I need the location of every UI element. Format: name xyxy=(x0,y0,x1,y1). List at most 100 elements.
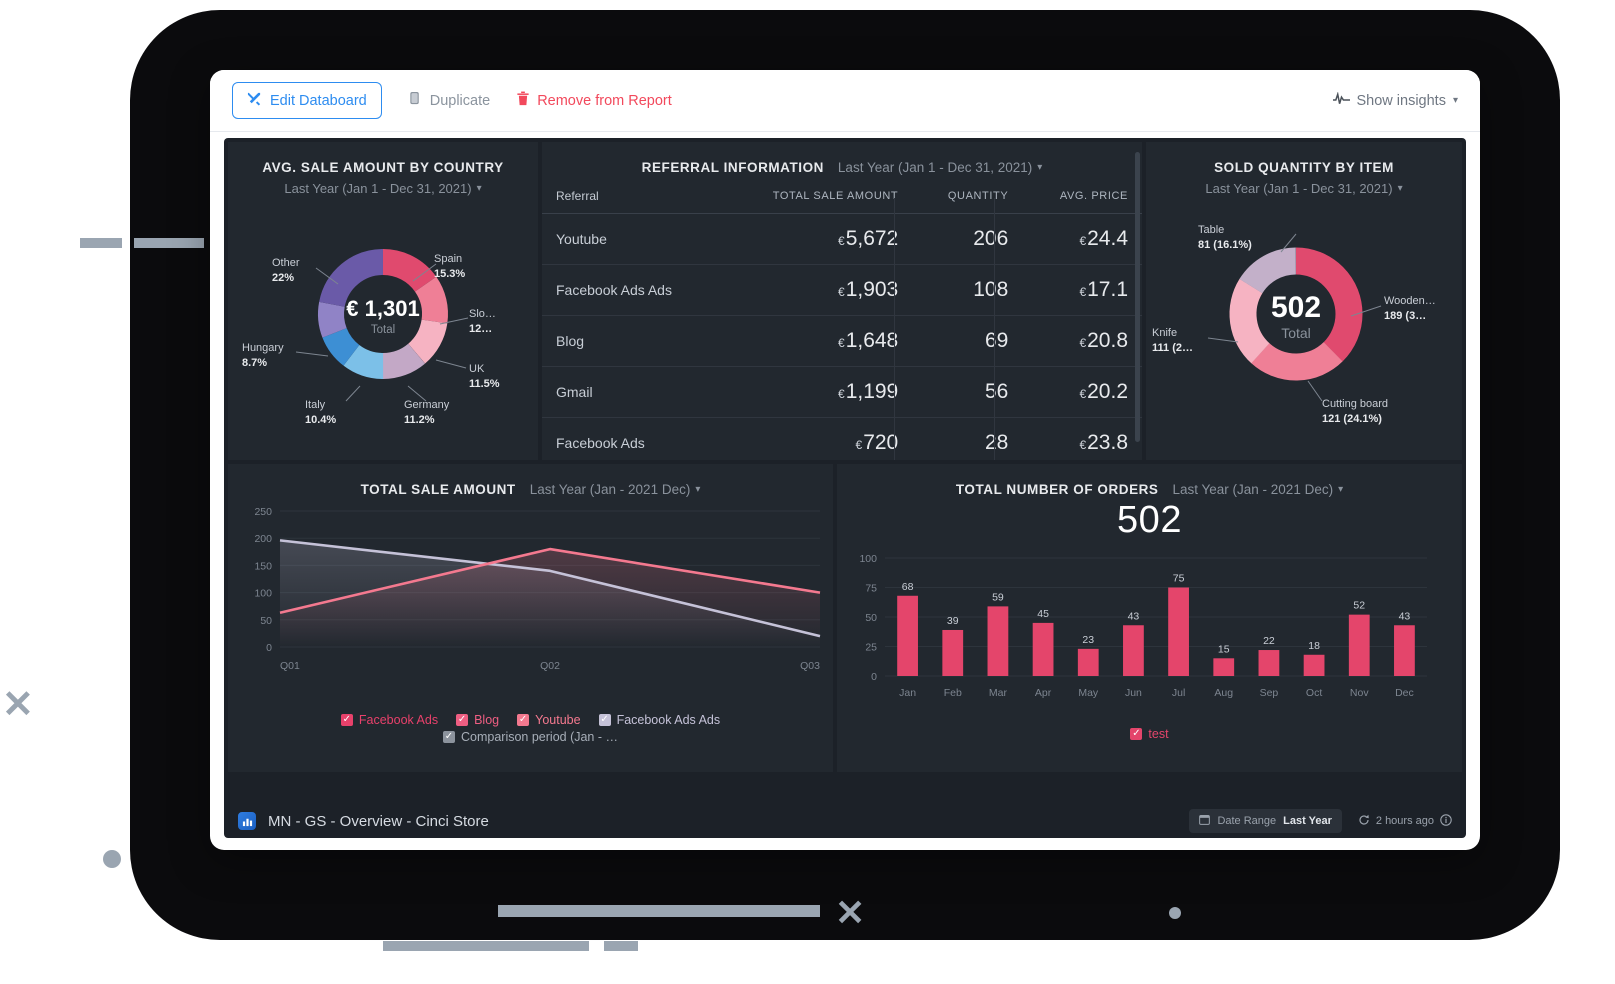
date-range-selector-referral[interactable]: Last Year (Jan 1 - Dec 31, 2021) ▾ xyxy=(838,160,1042,175)
remove-from-report-label: Remove from Report xyxy=(537,92,672,109)
legend-label: Facebook Ads xyxy=(358,713,439,727)
deco-dash-1 xyxy=(80,238,122,248)
bar-May[interactable] xyxy=(1077,648,1099,676)
svg-text:Q02: Q02 xyxy=(540,660,560,672)
footer-title[interactable]: MN - GS - Overview - Cinci Store xyxy=(268,813,489,830)
legend-item[interactable]: ✓ Facebook Ads Ads xyxy=(598,713,720,727)
legend-checkbox[interactable]: ✓ xyxy=(442,731,455,743)
line-chart-sales: 0 50 100 150 200 250 Q01 Q02 Q03 xyxy=(254,506,821,672)
svg-text:100: 100 xyxy=(859,553,877,565)
bar-Nov[interactable] xyxy=(1348,614,1370,676)
legend-checkbox[interactable]: ✓ xyxy=(517,714,530,726)
svg-text:Jul: Jul xyxy=(1172,687,1185,699)
cell-quantity: 56 xyxy=(912,366,1023,418)
bar-Jul[interactable] xyxy=(1168,587,1189,677)
slice-value-hungary: 8.7% xyxy=(242,357,267,369)
svg-text:50: 50 xyxy=(865,612,877,624)
svg-text:25: 25 xyxy=(865,642,877,654)
col-referral[interactable]: Referral xyxy=(542,189,722,214)
svg-text:Nov: Nov xyxy=(1350,687,1369,699)
cell-quantity: 69 xyxy=(912,315,1023,367)
date-range-selector-sales[interactable]: Last Year (Jan - 2021 Dec) ▾ xyxy=(530,482,701,497)
bar-Feb[interactable] xyxy=(942,629,964,676)
date-range-selector-orders[interactable]: Last Year (Jan - 2021 Dec) ▾ xyxy=(1172,482,1343,497)
svg-text:15: 15 xyxy=(1218,643,1230,655)
table-row[interactable]: Youtube €5,672 206 €24.4 xyxy=(542,213,1142,265)
show-insights-button[interactable]: Show insights ▾ xyxy=(1332,90,1458,110)
svg-text:50: 50 xyxy=(260,615,272,627)
svg-text:Aug: Aug xyxy=(1214,687,1233,699)
deco-dash-4 xyxy=(383,941,589,951)
bar-Apr[interactable] xyxy=(1032,622,1054,676)
legend-checkbox[interactable]: ✓ xyxy=(456,714,469,726)
legend-item[interactable]: ✓ test xyxy=(1130,727,1169,741)
table-row[interactable]: Blog €1,648 69 €20.8 xyxy=(542,315,1142,367)
date-range-selector-items[interactable]: Last Year (Jan 1 - Dec 31, 2021) ▾ xyxy=(1146,175,1462,196)
legend-checkbox[interactable]: ✓ xyxy=(598,714,611,726)
legend-item[interactable]: ✓ Facebook Ads xyxy=(340,713,439,727)
table-row[interactable]: Facebook Ads Ads €1,903 108 €17.1 xyxy=(542,264,1142,316)
bar-Jun[interactable] xyxy=(1123,625,1144,676)
panel-referral-information: REFERRAL INFORMATION Last Year (Jan 1 - … xyxy=(542,142,1142,460)
slice-value-wooden: 189 (3… xyxy=(1384,310,1426,322)
cell-quantity: 206 xyxy=(912,213,1023,265)
date-range-badge[interactable]: Date Range Last Year xyxy=(1189,809,1342,833)
table-scrollbar[interactable] xyxy=(1135,152,1140,442)
remove-from-report-button[interactable]: Remove from Report xyxy=(516,91,672,110)
legend-checkbox[interactable]: ✓ xyxy=(340,714,353,726)
legend-checkbox[interactable]: ✓ xyxy=(1130,728,1143,740)
donut-center-label-items: Total xyxy=(1281,325,1311,341)
date-range-badge-value: Last Year xyxy=(1283,815,1332,827)
bar-Oct[interactable] xyxy=(1303,654,1325,676)
refresh-text: 2 hours ago xyxy=(1375,815,1434,827)
date-range-label-country: Last Year (Jan 1 - Dec 31, 2021) xyxy=(284,181,472,196)
panel-header-referral: REFERRAL INFORMATION Last Year (Jan 1 - … xyxy=(542,142,1142,175)
svg-text:Q01: Q01 xyxy=(280,660,300,672)
col-quantity[interactable]: QUANTITY xyxy=(912,189,1023,214)
referral-table: Referral TOTAL SALE AMOUNT QUANTITY AVG.… xyxy=(542,189,1142,460)
cell-total-sale-amount: €1,648 xyxy=(721,315,913,367)
legend-item[interactable]: ✓ Youtube xyxy=(517,713,581,727)
cell-referral: Facebook Ads Ads xyxy=(542,264,722,316)
donut-center-value-items: 502 xyxy=(1271,291,1321,324)
table-row[interactable]: Gmail €1,199 56 €20.2 xyxy=(542,366,1142,418)
legend-label: Blog xyxy=(474,713,500,727)
col-avg-price[interactable]: AVG. PRICE xyxy=(1022,189,1142,214)
date-range-selector-country[interactable]: Last Year (Jan 1 - Dec 31, 2021) ▾ xyxy=(228,175,538,196)
refresh-status[interactable]: 2 hours ago xyxy=(1358,813,1452,829)
slice-value-italy: 10.4% xyxy=(305,414,336,426)
bar-Dec[interactable] xyxy=(1394,625,1415,676)
footer-right: Date Range Last Year 2 hours ago xyxy=(1189,809,1452,833)
slice-value-slovakia: 12… xyxy=(469,323,492,335)
legend-label: test xyxy=(1148,727,1169,741)
slice-label-wooden: Wooden… xyxy=(1384,295,1436,307)
app-window: Edit Databoard Duplicate Remove from Rep… xyxy=(210,70,1480,850)
refresh-icon xyxy=(1358,814,1370,829)
table-row[interactable]: Facebook Ads €720 28 €23.8 xyxy=(542,417,1142,460)
legend-item[interactable]: ✓ Blog xyxy=(456,713,499,727)
col-total-sale-amount[interactable]: TOTAL SALE AMOUNT xyxy=(721,189,913,214)
duplicate-label: Duplicate xyxy=(429,92,491,109)
svg-text:39: 39 xyxy=(947,615,959,627)
deco-dot-1 xyxy=(103,850,121,868)
deco-dot-2 xyxy=(1169,907,1181,919)
bar-Aug[interactable] xyxy=(1213,658,1235,676)
legend-item-comparison[interactable]: ✓ Comparison period (Jan - … xyxy=(442,730,618,744)
slice-label-italy: Italy xyxy=(305,399,326,411)
chevron-down-icon: ▾ xyxy=(1338,484,1344,495)
bar-Jan[interactable] xyxy=(897,595,918,676)
databoard-footer: MN - GS - Overview - Cinci Store Date Ra… xyxy=(224,798,1466,844)
svg-text:150: 150 xyxy=(254,560,272,572)
edit-databoard-button[interactable]: Edit Databoard xyxy=(232,82,382,119)
slice-label-cutting-board: Cutting board xyxy=(1322,398,1388,410)
chevron-down-icon: ▾ xyxy=(1452,95,1458,106)
duplicate-button[interactable]: Duplicate xyxy=(408,91,490,110)
donut-center-value-country: € 1,301 xyxy=(346,296,419,321)
slice-label-table: Table xyxy=(1198,224,1224,236)
cell-total-sale-amount: €5,672 xyxy=(721,213,913,265)
donut-center-label-country: Total xyxy=(371,324,395,336)
slice-label-hungary: Hungary xyxy=(242,342,284,354)
info-icon[interactable] xyxy=(1440,813,1452,829)
bar-Sep[interactable] xyxy=(1258,650,1280,676)
bar-Mar[interactable] xyxy=(987,606,1009,676)
